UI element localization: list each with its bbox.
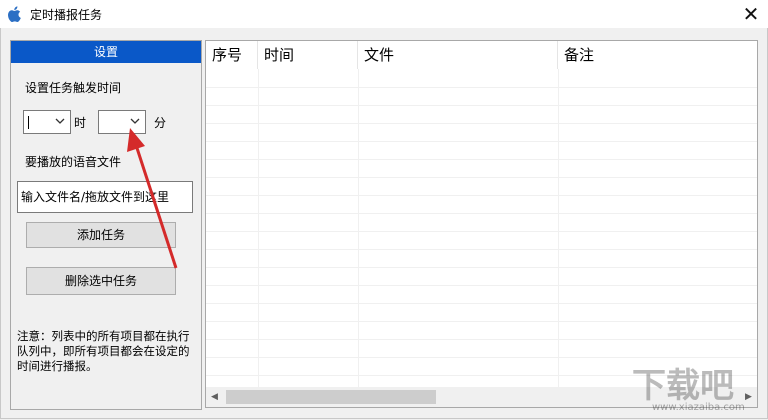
annotation-arrow-icon: [127, 128, 178, 269]
watermark-url: www.xiazaiba.com: [652, 402, 745, 413]
watermark-logo: 下载吧: [632, 366, 734, 406]
